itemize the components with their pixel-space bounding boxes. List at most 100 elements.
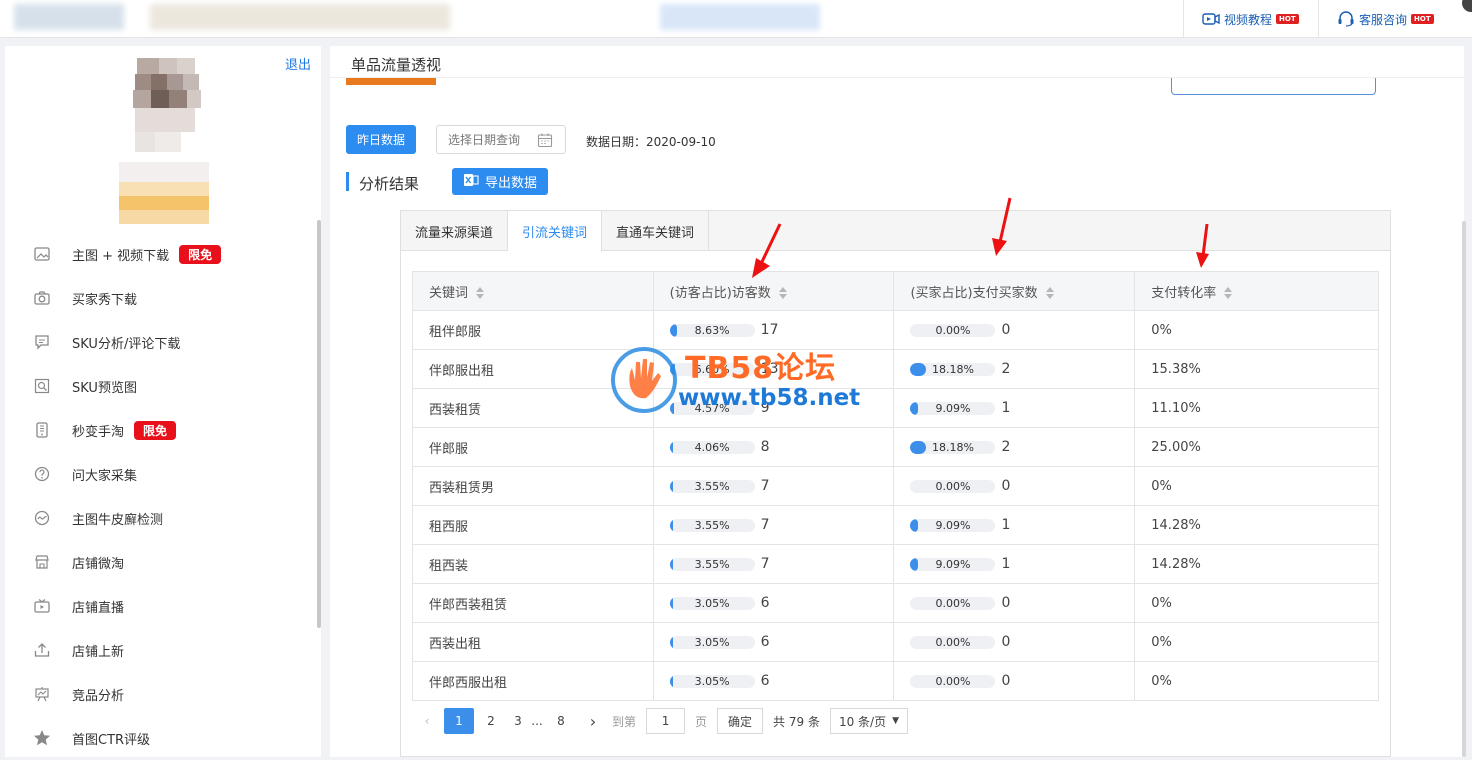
page-2[interactable]: 2 bbox=[476, 708, 506, 734]
sidebar-item-label: 买家秀下载 bbox=[72, 292, 138, 308]
buyer-ratio-bar: 0.00% bbox=[910, 635, 996, 649]
star-icon bbox=[33, 729, 51, 747]
sort-icon[interactable] bbox=[476, 287, 485, 299]
buyer-ratio-bar: 9.09% bbox=[910, 518, 996, 532]
yesterday-data-button[interactable]: 昨日数据 bbox=[346, 125, 416, 154]
buyer-bar-cell: 0.00% 0 bbox=[910, 595, 1134, 611]
sidebar-item-mobile-taobao[interactable]: 秒变手淘 限免 bbox=[5, 408, 317, 452]
blurred-logo bbox=[14, 4, 124, 30]
sidebar-item-image-check[interactable]: 主图牛皮廯检测 bbox=[5, 496, 317, 540]
visitor-ratio-text: 4.06% bbox=[694, 440, 730, 454]
sidebar-item-ctr-rating[interactable]: 首图CTR评级 bbox=[5, 716, 317, 760]
tab-ztc-keywords[interactable]: 直通车关键词 bbox=[602, 211, 710, 251]
sidebar-item-buyer-show-download[interactable]: 买家秀下载 bbox=[5, 276, 317, 320]
main-scrollbar[interactable] bbox=[1462, 221, 1466, 757]
visitor-bar-cell: 6.60% 13 bbox=[669, 361, 894, 377]
sidebar-item-label: SKU分析/评论下载 bbox=[72, 336, 181, 352]
column-header-keyword[interactable]: 关键词 bbox=[412, 271, 654, 311]
export-data-button[interactable]: 导出数据 bbox=[452, 168, 548, 195]
sidebar-scrollbar[interactable] bbox=[317, 220, 321, 628]
tab-traffic-source[interactable]: 流量来源渠道 bbox=[401, 211, 509, 251]
red-arrow-annotation bbox=[992, 197, 1012, 256]
keyword-cell: 西装租赁男 bbox=[412, 466, 654, 506]
buyer-bar-cell: 0.00% 0 bbox=[910, 322, 1134, 338]
page-size-select[interactable]: 10 条/页 ▼ bbox=[829, 708, 909, 734]
total-count: 共 79 条 bbox=[773, 714, 820, 729]
buyer-bar-cell: 9.09% 1 bbox=[910, 517, 1134, 533]
visitor-ratio-fill bbox=[669, 557, 674, 571]
sidebar-item-ask-everyone[interactable]: 问大家采集 bbox=[5, 452, 317, 496]
keyword-cell: 租西服 bbox=[412, 505, 654, 545]
table-row: 租西装 3.55% 7 9.09% 1 14.28% bbox=[412, 544, 1379, 584]
keyword-cell: 伴郎服 bbox=[412, 427, 654, 467]
visitor-count: 8 bbox=[760, 439, 770, 455]
hot-badge: HOT bbox=[1411, 14, 1434, 24]
sort-icon[interactable] bbox=[1224, 287, 1233, 299]
tab-traffic-keywords[interactable]: 引流关键词 bbox=[508, 211, 603, 252]
buyer-count: 1 bbox=[1001, 517, 1011, 533]
dropdown-arrow-icon: ▼ bbox=[892, 716, 900, 726]
question-icon bbox=[33, 465, 51, 483]
goto-page-input[interactable]: 1 bbox=[646, 708, 686, 734]
visitor-ratio-text: 3.55% bbox=[694, 479, 730, 493]
analysis-card: 流量来源渠道 引流关键词 直通车关键词 关键词 (访客占比)访客数 (买家占比)… bbox=[400, 210, 1391, 757]
visitor-ratio-fill bbox=[669, 362, 676, 376]
visitors-cell: 4.57% 9 bbox=[652, 388, 895, 428]
sidebar-item-store-new[interactable]: 店铺上新 bbox=[5, 628, 317, 672]
logout-link[interactable]: 退出 bbox=[285, 54, 311, 73]
prev-page-icon[interactable]: ‹ bbox=[412, 708, 442, 734]
visitor-count: 6 bbox=[760, 634, 770, 650]
sidebar-item-sku-preview[interactable]: SKU预览图 bbox=[5, 364, 317, 408]
keyword-cell: 租西装 bbox=[412, 544, 654, 584]
table-body: 租伴郎服 8.63% 17 0.00% 0 0% 伴郎服出租 6.60% 13 18.18% 2 15… bbox=[412, 310, 1379, 701]
sidebar-item-main-image-video-download[interactable]: 主图 + 视频下载 限免 bbox=[5, 232, 317, 276]
table-row: 租西服 3.55% 7 9.09% 1 14.28% bbox=[412, 505, 1379, 545]
visitor-count: 6 bbox=[760, 595, 770, 611]
visitor-ratio-bar: 3.05% bbox=[669, 596, 755, 610]
pagination: ‹ 1 2 3 ... 8 › 到第 1 页 确定 共 79 条 10 条/页 … bbox=[412, 703, 909, 739]
calendar-icon bbox=[537, 132, 553, 151]
sidebar-item-sku-analysis[interactable]: SKU分析/评论下载 bbox=[5, 320, 317, 364]
sidebar-item-label: SKU预览图 bbox=[72, 380, 137, 396]
sidebar-item-store-live[interactable]: 店铺直播 bbox=[5, 584, 317, 628]
conversion-text: 25.00% bbox=[1151, 439, 1201, 455]
keyword-text: 西装租赁 bbox=[429, 402, 482, 418]
conversion-cell: 14.28% bbox=[1134, 505, 1379, 545]
sort-icon[interactable] bbox=[1045, 287, 1054, 299]
visitor-ratio-text: 8.63% bbox=[694, 323, 730, 337]
visitor-count: 6 bbox=[760, 673, 770, 689]
sidebar-item-competitor-analysis[interactable]: 竞品分析 bbox=[5, 672, 317, 716]
page-3[interactable]: 3 bbox=[508, 708, 528, 734]
date-picker-input[interactable]: 选择日期查询 bbox=[436, 125, 566, 154]
sidebar-item-store-weitao[interactable]: 店铺微淘 bbox=[5, 540, 317, 584]
buyers-cell: 0.00% 0 bbox=[893, 310, 1136, 350]
visitors-cell: 3.55% 7 bbox=[652, 466, 895, 506]
video-tutorial-link[interactable]: 视频教程 HOT bbox=[1183, 0, 1299, 38]
sidebar-item-label: 店铺微淘 bbox=[72, 556, 125, 572]
buyer-bar-cell: 0.00% 0 bbox=[910, 634, 1134, 650]
page-8[interactable]: 8 bbox=[546, 708, 576, 734]
keyword-text: 租西服 bbox=[429, 519, 469, 535]
goto-confirm-button[interactable]: 确定 bbox=[717, 708, 764, 734]
visitor-bar-cell: 8.63% 17 bbox=[669, 322, 894, 338]
keyword-text: 伴郎服 bbox=[429, 441, 469, 457]
buyer-ratio-bar: 18.18% bbox=[910, 362, 996, 376]
keyword-cell: 伴郎西装租赁 bbox=[412, 583, 654, 623]
corner-button[interactable] bbox=[1462, 0, 1472, 12]
sort-icon[interactable] bbox=[778, 287, 787, 299]
buyer-ratio-text: 9.09% bbox=[935, 557, 971, 571]
next-page-icon[interactable]: › bbox=[578, 708, 608, 734]
visitor-ratio-bar: 4.57% bbox=[669, 401, 755, 415]
page-1[interactable]: 1 bbox=[444, 708, 474, 734]
buyer-bar-cell: 9.09% 1 bbox=[910, 556, 1134, 572]
banner-strip bbox=[346, 78, 436, 85]
visitor-ratio-fill bbox=[669, 635, 674, 649]
main-panel: 单品流量透视 昨日数据 选择日期查询 数据日期：2020-09-10 分析结果 … bbox=[330, 46, 1464, 757]
visitor-count: 7 bbox=[760, 478, 770, 494]
customer-service-link[interactable]: 客服咨询 HOT bbox=[1318, 0, 1434, 38]
search-box-remnant[interactable] bbox=[1171, 78, 1376, 95]
keyword-table: 关键词 (访客占比)访客数 (买家占比)支付买家数 支付转化率 租伴郎服 8.63… bbox=[412, 271, 1379, 701]
column-header-conversion[interactable]: 支付转化率 bbox=[1134, 271, 1379, 311]
column-header-buyers[interactable]: (买家占比)支付买家数 bbox=[893, 271, 1136, 311]
buyer-ratio-fill bbox=[910, 401, 919, 415]
